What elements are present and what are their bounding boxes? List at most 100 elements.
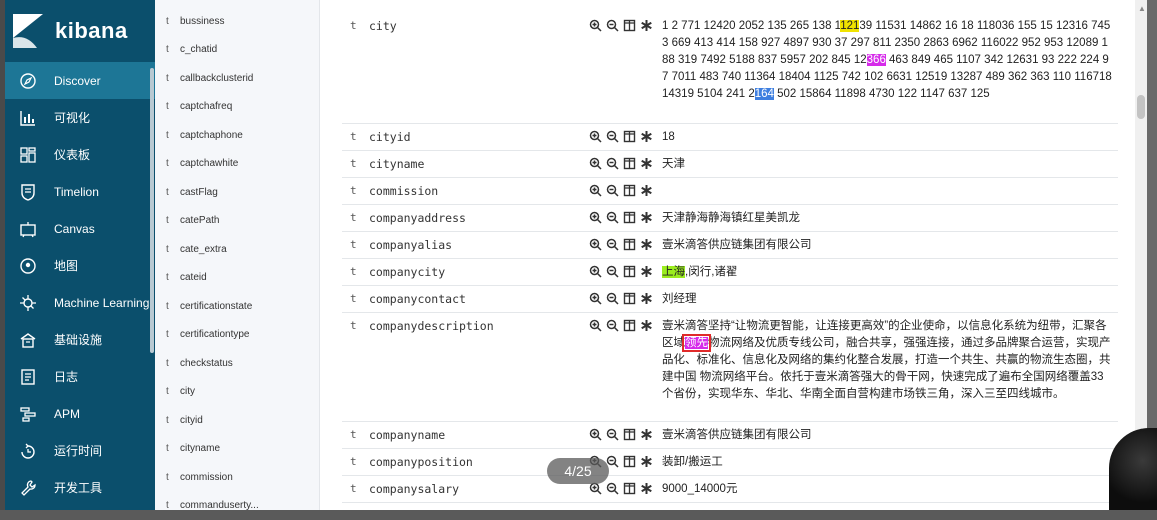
field-type-icon: t: [350, 428, 357, 441]
scroll-up-icon[interactable]: ▲: [1138, 4, 1146, 13]
zoom-in-icon[interactable]: [588, 427, 602, 441]
row-actions: [588, 318, 653, 332]
field-list-item[interactable]: tcheckstatus: [155, 349, 319, 378]
field-list-item[interactable]: tcertificationstate: [155, 292, 319, 321]
search-highlight: 164: [755, 88, 774, 100]
toggle-column-icon[interactable]: [622, 237, 636, 251]
zoom-in-icon[interactable]: [588, 291, 602, 305]
zoom-out-icon[interactable]: [605, 18, 619, 32]
field-type-icon: t: [350, 130, 357, 143]
zoom-out-icon[interactable]: [605, 264, 619, 278]
zoom-in-icon[interactable]: [588, 318, 602, 332]
zoom-in-icon[interactable]: [588, 129, 602, 143]
toggle-column-icon[interactable]: [622, 264, 636, 278]
filter-exists-icon[interactable]: [639, 427, 653, 441]
nav-item-0[interactable]: Discover: [5, 62, 155, 99]
filter-exists-icon[interactable]: [639, 318, 653, 332]
nav-item-7[interactable]: 基础设施: [5, 321, 155, 358]
filter-exists-icon[interactable]: [639, 291, 653, 305]
zoom-out-icon[interactable]: [605, 318, 619, 332]
zoom-out-icon[interactable]: [605, 210, 619, 224]
value-text: 刘经理: [662, 293, 697, 305]
row-actions: [588, 18, 653, 32]
zoom-out-icon[interactable]: [605, 129, 619, 143]
nav-item-2[interactable]: 仪表板: [5, 136, 155, 173]
zoom-out-icon[interactable]: [605, 427, 619, 441]
field-list-item[interactable]: tcatePath: [155, 207, 319, 236]
nav-item-label: 可视化: [54, 109, 90, 126]
nav-scrollbar[interactable]: [150, 68, 154, 353]
toggle-column-icon[interactable]: [622, 291, 636, 305]
nav-item-10[interactable]: 运行时间: [5, 432, 155, 469]
zoom-out-icon[interactable]: [605, 481, 619, 495]
toggle-column-icon[interactable]: [622, 454, 636, 468]
scrollbar-thumb[interactable]: [1137, 95, 1145, 119]
filter-exists-icon[interactable]: [639, 183, 653, 197]
zoom-in-icon[interactable]: [588, 264, 602, 278]
filter-exists-icon[interactable]: [639, 18, 653, 32]
field-list-item[interactable]: tcaptchaphone: [155, 121, 319, 150]
value-text: 装卸/搬运工: [662, 456, 723, 468]
field-list-item[interactable]: tcaptchafreq: [155, 93, 319, 122]
toggle-column-icon[interactable]: [622, 18, 636, 32]
row-actions: [588, 210, 653, 224]
zoom-in-icon[interactable]: [588, 210, 602, 224]
infrastructure-icon: [19, 331, 37, 349]
toggle-column-icon[interactable]: [622, 210, 636, 224]
doc-field-name: companyalias: [369, 238, 452, 252]
nav-item-9[interactable]: APM: [5, 395, 155, 432]
field-list-item[interactable]: tcityid: [155, 406, 319, 435]
zoom-out-icon[interactable]: [605, 156, 619, 170]
filter-exists-icon[interactable]: [639, 156, 653, 170]
nav-item-6[interactable]: Machine Learning: [5, 284, 155, 321]
doc-row-companydescription: tcompanydescription壹米滴答坚持“让物流更智能，让连接更高效”…: [342, 313, 1118, 422]
toggle-column-icon[interactable]: [622, 427, 636, 441]
nav-item-4[interactable]: Canvas: [5, 210, 155, 247]
nav-item-3[interactable]: Timelion: [5, 173, 155, 210]
uptime-icon: [19, 442, 37, 460]
zoom-out-icon[interactable]: [605, 291, 619, 305]
value-text: 502 15864 11898 4730 122 1147 637 125: [774, 88, 990, 100]
field-list-item[interactable]: tcertificationtype: [155, 321, 319, 350]
field-type-icon: t: [350, 184, 357, 197]
filter-exists-icon[interactable]: [639, 454, 653, 468]
nav-item-8[interactable]: 日志: [5, 358, 155, 395]
field-type-icon: t: [350, 292, 357, 305]
filter-exists-icon[interactable]: [639, 129, 653, 143]
zoom-in-icon[interactable]: [588, 156, 602, 170]
field-name: catePath: [180, 215, 219, 226]
nav-item-label: Timelion: [54, 185, 99, 199]
nav-item-5[interactable]: 地图: [5, 247, 155, 284]
zoom-in-icon[interactable]: [588, 183, 602, 197]
zoom-in-icon[interactable]: [588, 18, 602, 32]
filter-exists-icon[interactable]: [639, 210, 653, 224]
toggle-column-icon[interactable]: [622, 481, 636, 495]
filter-exists-icon[interactable]: [639, 264, 653, 278]
doc-row-companycity: tcompanycity上海,闵行,诸翟: [342, 259, 1118, 286]
field-list-item[interactable]: tcityname: [155, 435, 319, 464]
filter-exists-icon[interactable]: [639, 237, 653, 251]
kibana-logo[interactable]: kibana: [5, 0, 155, 62]
field-list-item[interactable]: tc_chatid: [155, 36, 319, 65]
field-list-item[interactable]: tcastFlag: [155, 178, 319, 207]
field-list-item[interactable]: tcateid: [155, 264, 319, 293]
nav-item-1[interactable]: 可视化: [5, 99, 155, 136]
field-list-item[interactable]: tcallbackclusterid: [155, 64, 319, 93]
zoom-out-icon[interactable]: [605, 237, 619, 251]
zoom-in-icon[interactable]: [588, 237, 602, 251]
field-list-item[interactable]: tcommission: [155, 463, 319, 492]
toggle-column-icon[interactable]: [622, 129, 636, 143]
nav-item-11[interactable]: 开发工具: [5, 469, 155, 506]
field-list-item[interactable]: tcommanduserty...: [155, 492, 319, 520]
field-list-item[interactable]: tbussiness: [155, 7, 319, 36]
toggle-column-icon[interactable]: [622, 318, 636, 332]
filter-exists-icon[interactable]: [639, 481, 653, 495]
field-list-item[interactable]: tcity: [155, 378, 319, 407]
field-list-item[interactable]: tcate_extra: [155, 235, 319, 264]
toggle-column-icon[interactable]: [622, 156, 636, 170]
toggle-column-icon[interactable]: [622, 183, 636, 197]
logs-icon: [19, 368, 37, 386]
field-list-item[interactable]: tcaptchawhite: [155, 150, 319, 179]
field-name: captchafreq: [180, 101, 232, 112]
zoom-out-icon[interactable]: [605, 183, 619, 197]
